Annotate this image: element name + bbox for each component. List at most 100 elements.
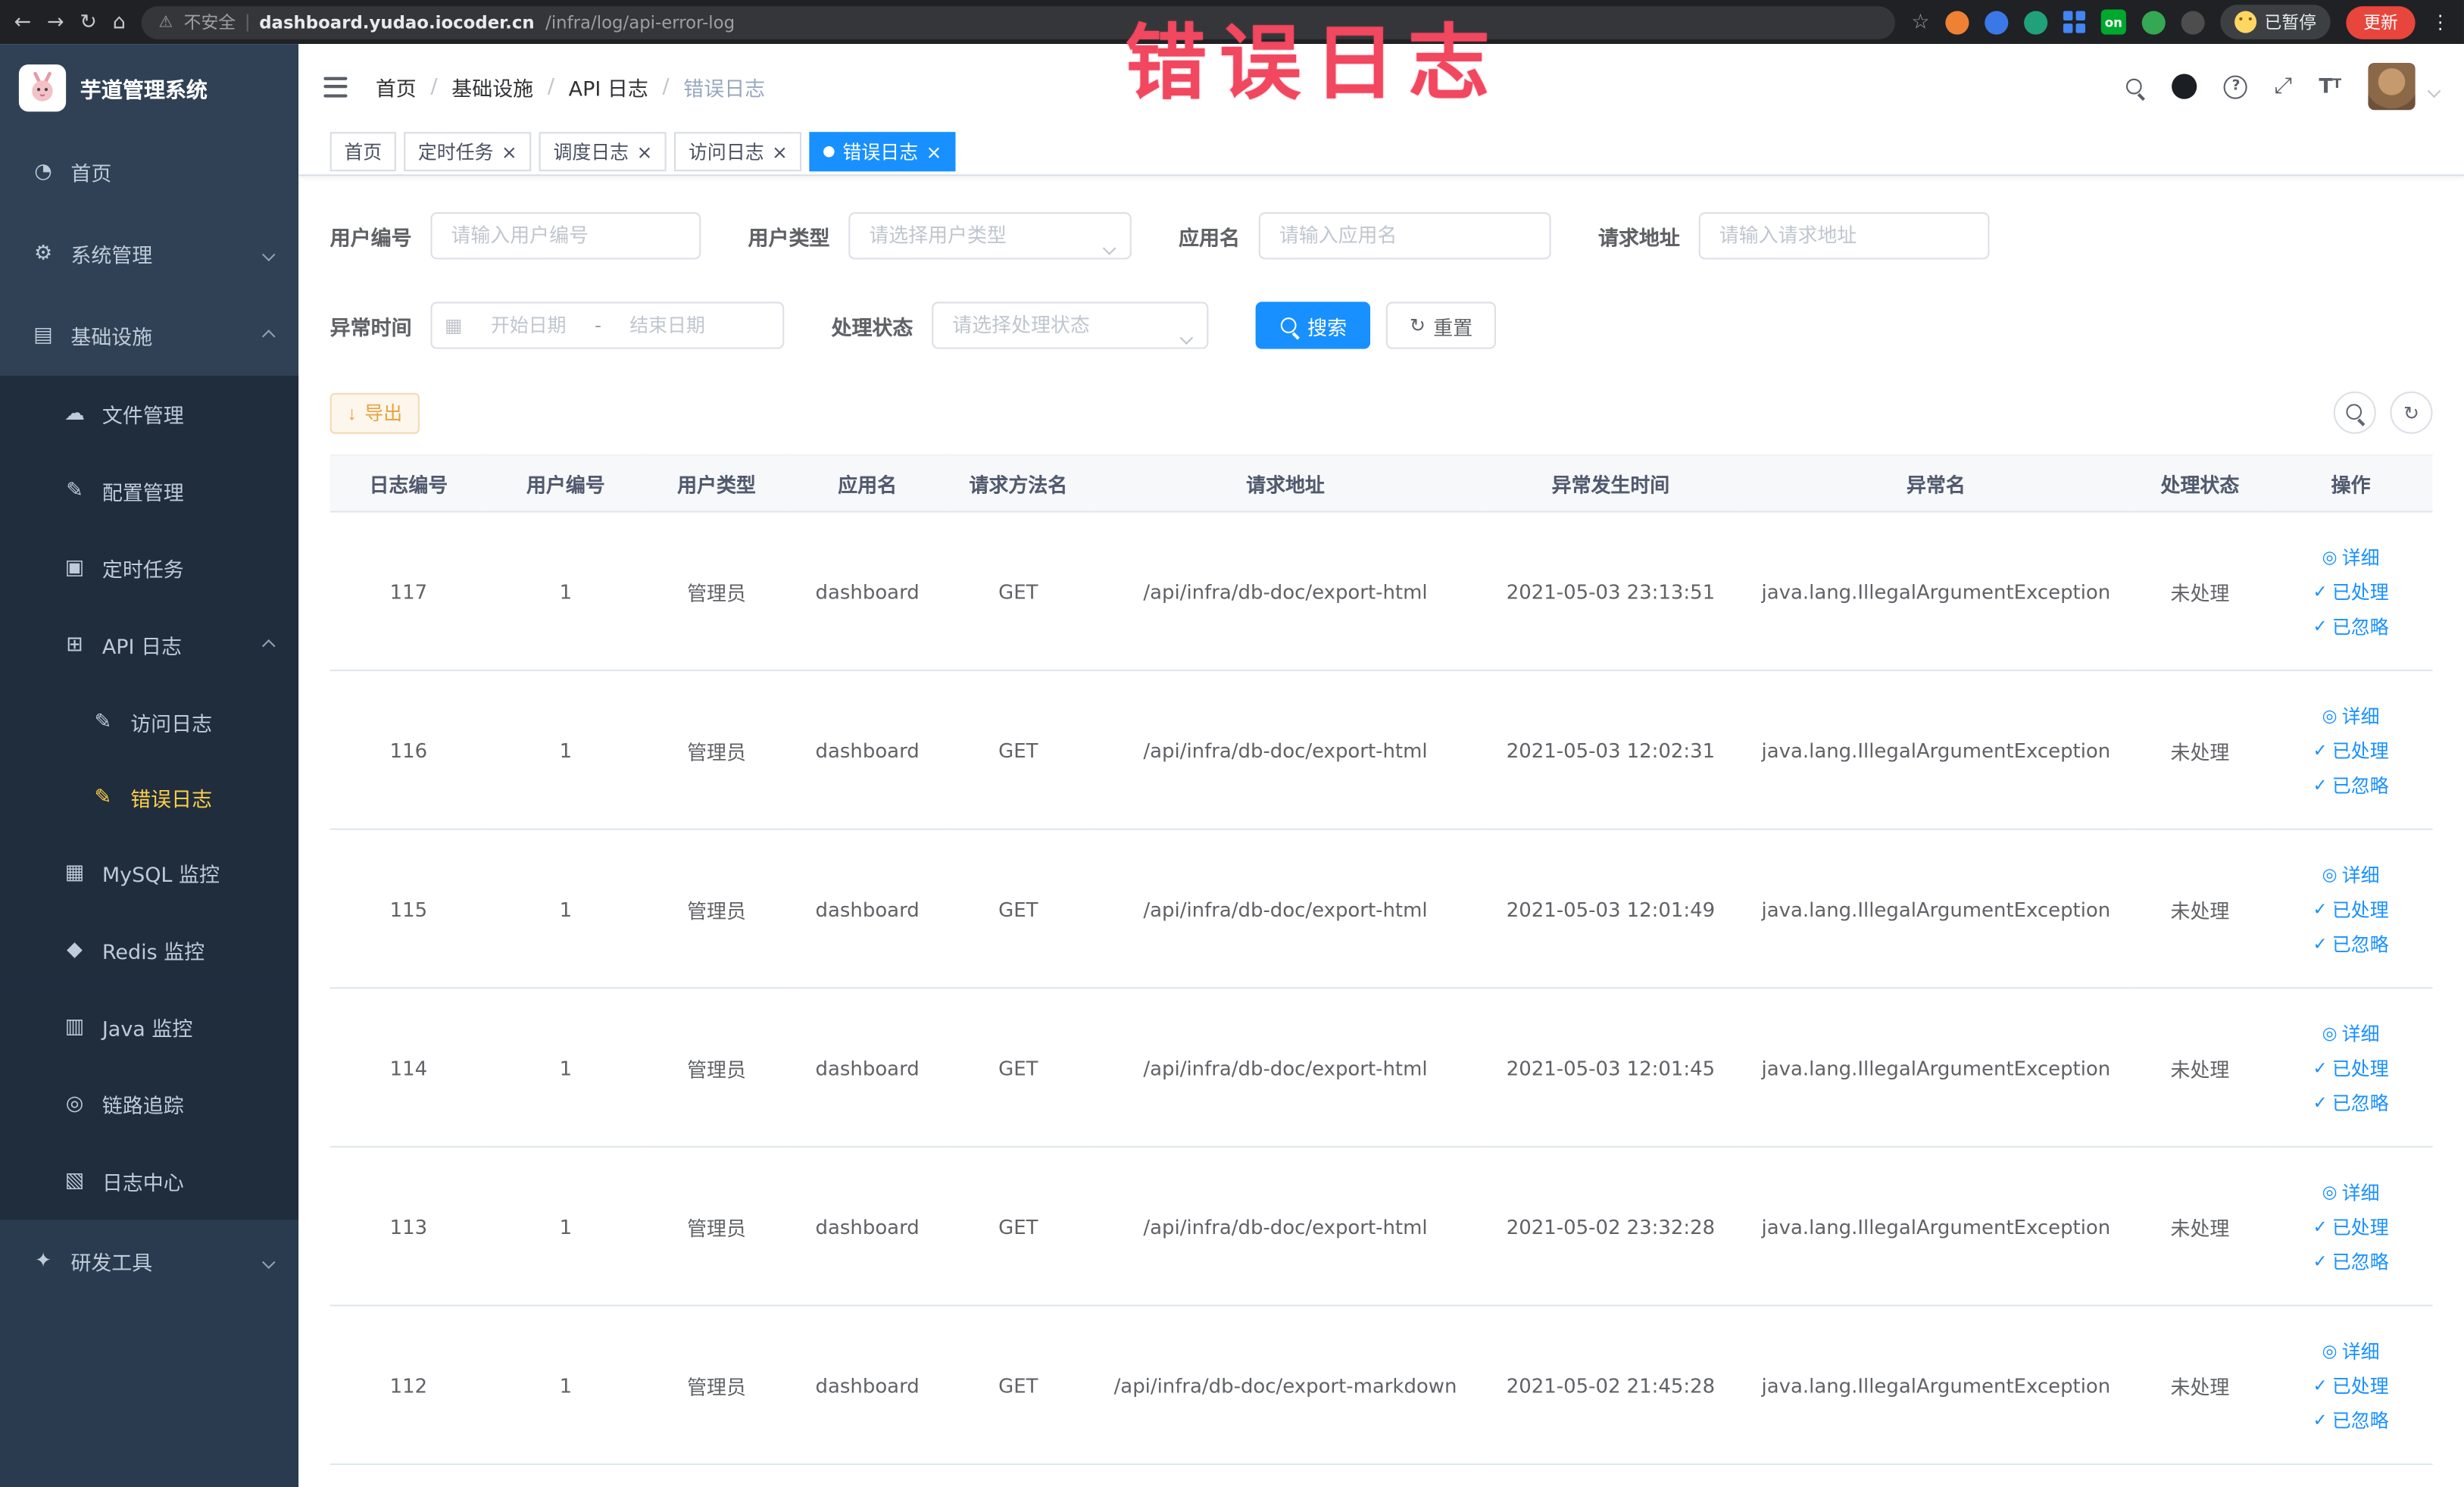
ignored-link[interactable]: ✓ 已忽略 <box>2313 608 2389 643</box>
fullscreen-icon[interactable]: ⤢ <box>2275 74 2292 99</box>
extension-icon-dark[interactable] <box>2181 10 2205 34</box>
close-icon[interactable]: × <box>501 142 517 161</box>
export-button[interactable]: ↓ 导出 <box>329 392 420 433</box>
detail-link[interactable]: ◎ 详细 <box>2322 1016 2380 1051</box>
start-date-input[interactable] <box>468 314 589 337</box>
sidebar-item-dev-tools[interactable]: ✦ 研发工具 <box>0 1220 299 1302</box>
search-icon[interactable] <box>2125 77 2146 97</box>
extension-icon-orange[interactable] <box>1945 10 1969 34</box>
request-url-label: 请求地址 <box>1597 226 1680 251</box>
tab-access-log[interactable]: 访问日志 × <box>674 132 802 172</box>
help-icon[interactable]: ? <box>2224 74 2248 98</box>
extension-icon-teal[interactable] <box>2024 10 2048 34</box>
detail-link[interactable]: ◎ 详细 <box>2322 539 2380 574</box>
error-log-icon: ✎ <box>94 785 112 809</box>
tab-error-log[interactable]: 错误日志 × <box>809 132 957 172</box>
app-logo[interactable]: 芋道管理系统 <box>0 44 298 130</box>
error-log-table: 日志编号 用户编号 用户类型 应用名 请求方法名 请求地址 异常发生时间 异常名… <box>329 454 2433 1465</box>
home-icon[interactable]: ⌂ <box>113 12 126 33</box>
extension-icon-on-badge[interactable]: on <box>2100 9 2126 35</box>
url-bar[interactable]: ⚠ 不安全 dashboard.yudao.iocoder.cn/infra/l… <box>141 5 1896 39</box>
processed-link[interactable]: ✓ 已处理 <box>2313 892 2389 926</box>
sidebar-item-error-log[interactable]: ✎ 错误日志 <box>0 759 299 835</box>
filter-row-2: 异常时间 ▦ - 处理状态 <box>330 301 2433 349</box>
sidebar-item-infrastructure[interactable]: ▤ 基础设施 <box>0 294 298 376</box>
user-avatar[interactable] <box>2368 63 2416 111</box>
refresh-table-button[interactable]: ↻ <box>2390 391 2433 434</box>
processed-link[interactable]: ✓ 已处理 <box>2313 573 2389 608</box>
breadcrumb-infrastructure[interactable]: 基础设施 <box>451 71 533 102</box>
ignored-link[interactable]: ✓ 已忽略 <box>2313 1402 2389 1437</box>
breadcrumb-separator <box>548 75 554 98</box>
sidebar-item-mysql-monitor[interactable]: ▦ MySQL 监控 <box>0 834 299 912</box>
reset-button[interactable]: ↻ 重置 <box>1385 301 1497 349</box>
ignored-link[interactable]: ✓ 已忽略 <box>2313 767 2389 802</box>
ignored-link[interactable]: ✓ 已忽略 <box>2313 1085 2389 1120</box>
sidebar-item-system-management[interactable]: ⚙ 系统管理 <box>0 212 298 294</box>
chevron-down-icon <box>1102 230 1116 259</box>
tab-schedule-log[interactable]: 调度日志 × <box>539 132 667 172</box>
user-type-select[interactable] <box>848 212 1132 260</box>
browser-menu-icon[interactable]: ⋮ <box>2431 11 2450 33</box>
sidebar-item-api-log[interactable]: ⊞ API 日志 <box>0 606 299 684</box>
extension-icon-blue[interactable] <box>1985 10 2009 34</box>
chevron-down-icon <box>261 242 276 265</box>
processed-link[interactable]: ✓ 已处理 <box>2313 1367 2389 1402</box>
close-icon[interactable]: × <box>636 142 652 161</box>
tab-home[interactable]: 首页 <box>329 132 396 172</box>
detail-link[interactable]: ◎ 详细 <box>2322 1174 2380 1209</box>
eye-icon: ◎ <box>2322 546 2338 567</box>
detail-link[interactable]: ◎ 详细 <box>2322 857 2380 892</box>
breadcrumb-api-log[interactable]: API 日志 <box>569 71 648 102</box>
forward-icon[interactable]: → <box>47 12 64 33</box>
github-icon[interactable] <box>2172 73 2198 99</box>
sidebar-item-access-log[interactable]: ✎ 访问日志 <box>0 683 299 760</box>
filter-user-id: 用户编号 <box>330 212 701 260</box>
sidebar-item-scheduled-tasks[interactable]: ▣ 定时任务 <box>0 530 299 607</box>
sidebar-item-log-center[interactable]: ▧ 日志中心 <box>0 1142 299 1220</box>
sidebar-toggle-icon[interactable] <box>323 76 348 97</box>
end-date-input[interactable] <box>607 314 727 337</box>
extension-icon-grid[interactable] <box>2063 11 2085 33</box>
ignored-link[interactable]: ✓ 已忽略 <box>2313 1243 2389 1278</box>
extension-icon-green[interactable] <box>2141 10 2166 34</box>
back-icon[interactable]: ← <box>14 12 32 33</box>
col-actions: 操作 <box>2269 454 2433 513</box>
user-id-input[interactable] <box>430 212 701 260</box>
app-name-input[interactable] <box>1258 212 1551 260</box>
browser-chrome: ← → ↻ ⌂ ⚠ 不安全 dashboard.yudao.iocoder.cn… <box>0 0 2464 45</box>
processed-link[interactable]: ✓ 已处理 <box>2313 733 2389 767</box>
process-status-select[interactable] <box>932 301 1209 349</box>
refresh-icon[interactable]: ↻ <box>80 12 97 33</box>
bookmark-star-icon[interactable]: ☆ <box>1911 10 1929 33</box>
close-icon[interactable]: × <box>926 142 942 161</box>
search-button[interactable]: 搜索 <box>1255 301 1371 349</box>
eye-icon: ◎ <box>2322 864 2338 885</box>
toggle-search-button[interactable] <box>2333 391 2376 434</box>
sidebar-item-file-management[interactable]: ☁ 文件管理 <box>0 375 299 453</box>
request-url-input[interactable] <box>1698 212 1990 260</box>
font-size-icon[interactable]: TT <box>2319 75 2341 98</box>
close-icon[interactable]: × <box>772 142 788 161</box>
detail-link[interactable]: ◎ 详细 <box>2322 698 2380 733</box>
sidebar-item-java-monitor[interactable]: ▥ Java 监控 <box>0 989 299 1066</box>
sidebar-item-home[interactable]: ◔ 首页 <box>0 130 298 212</box>
avatar-caret-icon[interactable] <box>2427 71 2441 101</box>
tab-scheduled-tasks[interactable]: 定时任务 × <box>404 132 532 172</box>
sidebar-item-redis-monitor[interactable]: ◆ Redis 监控 <box>0 911 299 989</box>
paused-badge[interactable]: 已暂停 <box>2220 5 2331 39</box>
ignored-link[interactable]: ✓ 已忽略 <box>2313 926 2389 961</box>
sidebar-item-config-management[interactable]: ✎ 配置管理 <box>0 452 299 530</box>
processed-link[interactable]: ✓ 已处理 <box>2313 1050 2389 1085</box>
col-method: 请求方法名 <box>945 454 1091 513</box>
breadcrumb-home[interactable]: 首页 <box>376 71 417 102</box>
detail-link[interactable]: ◎ 详细 <box>2322 1333 2380 1368</box>
col-exception-time: 异常发生时间 <box>1480 454 1741 513</box>
check-icon: ✓ <box>2313 1250 2328 1271</box>
filter-app-name: 应用名 <box>1179 212 1551 260</box>
browser-update-button[interactable]: 更新 <box>2346 5 2416 39</box>
date-range-picker[interactable]: ▦ - <box>430 301 785 349</box>
active-tab-dot <box>823 145 835 158</box>
processed-link[interactable]: ✓ 已处理 <box>2313 1209 2389 1244</box>
sidebar-item-trace[interactable]: ◎ 链路追踪 <box>0 1065 299 1143</box>
